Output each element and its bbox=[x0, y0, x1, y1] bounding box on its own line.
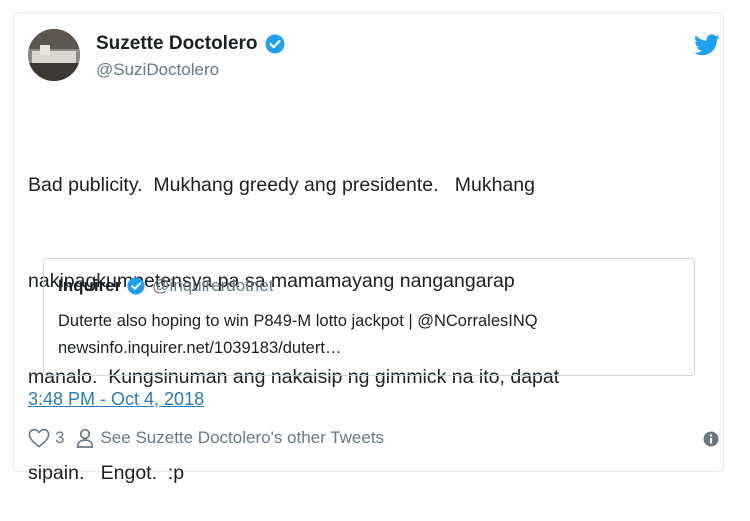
tweet-actions: 3 See Suzette Doctolero's other Tweets bbox=[28, 428, 384, 448]
heart-icon[interactable] bbox=[28, 428, 50, 448]
tweet-text-line: sipain. Engot. :p bbox=[28, 462, 185, 484]
quoted-tweet-line: Duterte also hoping to win P849-M lotto … bbox=[58, 312, 538, 330]
quoted-tweet[interactable]: Inquirer @inquirerdotnet Duterte also ho… bbox=[43, 258, 695, 376]
twitter-bird-icon[interactable] bbox=[694, 34, 720, 56]
author-name-row[interactable]: Suzette Doctolero bbox=[96, 33, 285, 55]
quoted-author-name: Inquirer bbox=[58, 276, 122, 295]
author-handle[interactable]: @SuziDoctolero bbox=[96, 60, 219, 80]
verified-badge-icon bbox=[265, 34, 285, 54]
info-icon[interactable] bbox=[703, 431, 719, 447]
tweet-timestamp-link[interactable]: 3:48 PM - Oct 4, 2018 bbox=[28, 389, 204, 410]
quoted-tweet-text: Duterte also hoping to win P849-M lotto … bbox=[58, 308, 683, 362]
quoted-author-handle: @inquirerdotnet bbox=[152, 276, 274, 295]
verified-badge-icon bbox=[127, 277, 145, 295]
quoted-tweet-link[interactable]: newsinfo.inquirer.net/1039183/dutert… bbox=[58, 335, 683, 362]
tweet-text-line: Bad publicity. Mukhang greedy ang presid… bbox=[28, 174, 535, 196]
quoted-tweet-header: Inquirer @inquirerdotnet bbox=[58, 276, 274, 296]
person-icon bbox=[76, 428, 94, 448]
like-count[interactable]: 3 bbox=[55, 428, 64, 448]
see-other-tweets-link[interactable]: See Suzette Doctolero's other Tweets bbox=[100, 428, 384, 448]
author-name[interactable]: Suzette Doctolero bbox=[96, 33, 258, 55]
author-avatar[interactable] bbox=[28, 29, 80, 81]
